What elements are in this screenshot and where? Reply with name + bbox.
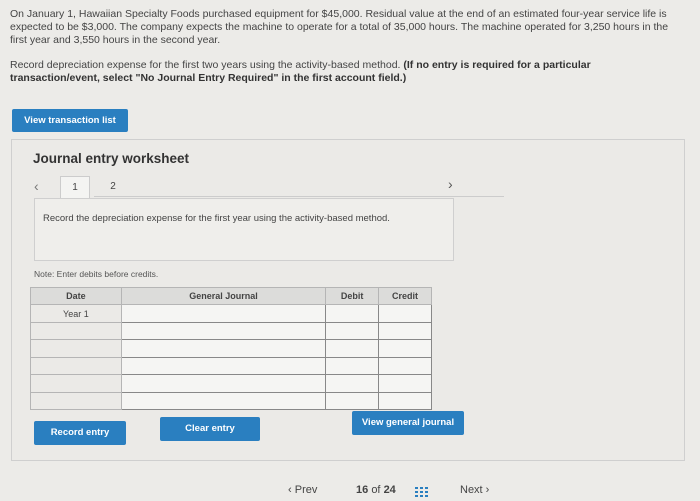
note-text: Note: Enter debits before credits. (34, 269, 159, 279)
next-button[interactable]: Next › (460, 484, 489, 501)
page-of: of (371, 484, 381, 496)
prev-label: Prev (294, 484, 318, 496)
debit-input[interactable] (325, 339, 380, 358)
debit-input[interactable] (325, 356, 380, 376)
next-label: Next (460, 484, 483, 496)
credit-input[interactable] (378, 356, 432, 376)
account-input[interactable] (120, 374, 327, 393)
total-pages: 24 (383, 484, 396, 496)
date-cell[interactable] (30, 321, 122, 341)
date-cell[interactable] (30, 391, 122, 411)
date-cell[interactable] (30, 356, 122, 376)
problem-text: On January 1, Hawaiian Specialty Foods p… (10, 8, 680, 85)
credit-input[interactable] (378, 391, 432, 411)
view-general-journal-button[interactable]: View general journal (352, 411, 464, 435)
table-row (30, 321, 432, 341)
grid-icon[interactable] (415, 487, 429, 497)
debit-input[interactable] (325, 304, 380, 323)
problem-paragraph-2-text: Record depreciation expense for the firs… (10, 59, 404, 71)
worksheet-tabs: ‹ 1 2 (34, 176, 504, 198)
tab-divider (94, 196, 504, 197)
chevron-right-icon: › (482, 484, 490, 496)
credit-input[interactable] (378, 304, 432, 323)
debit-input[interactable] (325, 374, 380, 393)
prev-button[interactable]: ‹ Prev (288, 484, 317, 501)
chevron-right-icon[interactable]: › (448, 176, 453, 192)
clear-entry-button[interactable]: Clear entry (160, 417, 260, 441)
table-row (30, 339, 432, 358)
tab-1[interactable]: 1 (60, 176, 90, 198)
account-input[interactable] (120, 391, 327, 411)
date-cell[interactable] (30, 374, 122, 393)
credit-input[interactable] (378, 374, 432, 393)
debit-input[interactable] (325, 391, 380, 411)
problem-paragraph-1: On January 1, Hawaiian Specialty Foods p… (10, 8, 669, 46)
journal-table: Date General Journal Debit Credit Year 1 (30, 286, 432, 411)
account-input[interactable] (120, 339, 327, 358)
account-input[interactable] (120, 356, 327, 376)
chevron-left-icon[interactable]: ‹ (34, 178, 39, 194)
page-indicator: 16 of 24 (356, 484, 396, 501)
problem-paragraph-2: Record depreciation expense for the firs… (10, 59, 680, 85)
debit-column-header: Debit (325, 286, 380, 306)
record-entry-button[interactable]: Record entry (34, 421, 126, 445)
debit-input[interactable] (325, 321, 380, 341)
credit-column-header: Credit (378, 286, 432, 306)
account-input[interactable] (120, 304, 327, 323)
instruction-box: Record the depreciation expense for the … (34, 198, 454, 261)
account-input[interactable] (120, 321, 327, 341)
account-column-header: General Journal (120, 286, 327, 306)
date-cell[interactable] (30, 339, 122, 358)
credit-input[interactable] (378, 321, 432, 341)
date-cell[interactable]: Year 1 (30, 304, 122, 323)
tab-2[interactable]: 2 (98, 176, 128, 198)
table-row: Year 1 (30, 304, 432, 323)
view-transaction-list-button[interactable]: View transaction list (12, 109, 128, 132)
table-row (30, 356, 432, 376)
chevron-left-icon: ‹ (288, 484, 295, 496)
table-row (30, 391, 432, 411)
worksheet-title: Journal entry worksheet (33, 151, 190, 166)
current-page: 16 (356, 484, 369, 496)
table-row (30, 374, 432, 393)
table-header-row: Date General Journal Debit Credit (30, 286, 432, 306)
date-column-header: Date (30, 286, 122, 306)
credit-input[interactable] (378, 339, 432, 358)
